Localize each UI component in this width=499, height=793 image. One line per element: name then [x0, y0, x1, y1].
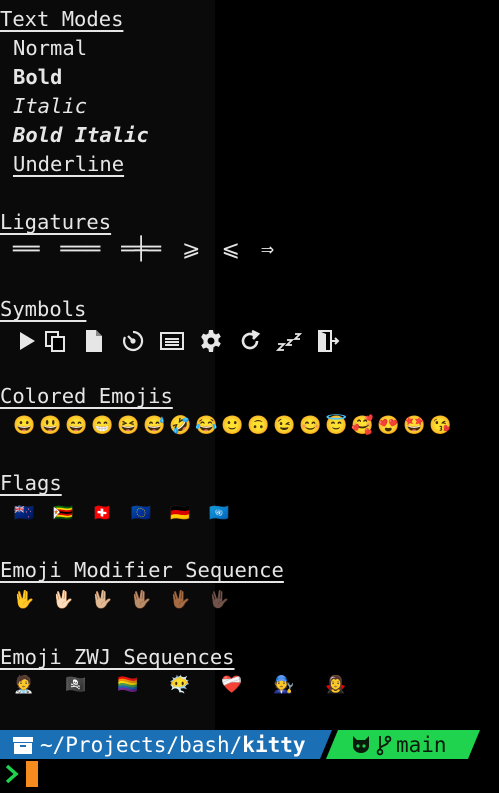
ligature-not-equal: ═╪═ — [121, 237, 161, 262]
ligature-less-equal: ⩽ — [221, 237, 240, 262]
prompt-chevron-icon — [5, 764, 19, 784]
joy-emoji: 😂 — [195, 415, 218, 436]
mechanic-emoji: 🧑‍🔧 — [273, 675, 295, 695]
ligature-row: ══ ═══ ═╪═ ⩾ ⩽ ⇒ — [13, 237, 274, 262]
terminal-window-icon — [159, 328, 185, 354]
timer-icon — [120, 328, 146, 354]
text-italic: Italic — [13, 94, 88, 118]
blush-emoji: 😊 — [299, 415, 322, 436]
mending-heart-emoji: ❤️‍🩹 — [221, 675, 243, 695]
emoji-row: 😀 😃 😄 😁 😆 😅 🤣 😂 🙂 🙃 😉 😊 😇 🥰 😍 🤩 😘 — [13, 415, 451, 436]
grinning-face-emoji: 😀 — [13, 415, 36, 436]
face-in-clouds-emoji: 😶‍🌫️ — [169, 675, 191, 695]
flag-zw-emoji: 🇿🇼 — [53, 503, 73, 522]
refresh-icon — [237, 328, 263, 354]
smiling-hearts-emoji: 🥰 — [351, 415, 374, 436]
flag-eu-emoji: 🇪🇺 — [131, 503, 151, 522]
flag-nz-emoji: 🇳🇿 — [14, 503, 34, 522]
copy-icon — [42, 328, 68, 354]
vulcan-salute-light-emoji: 🖖🏻 — [52, 590, 74, 610]
flag-row: 🇳🇿 🇿🇼 🇨🇭 🇪🇺 🇩🇪 🇺🇳 — [13, 503, 230, 522]
folder-archive-icon — [13, 736, 33, 754]
grin-emoji: 😁 — [91, 415, 114, 436]
play-icon — [14, 328, 40, 354]
git-branch-name: main — [396, 732, 447, 757]
command-input-line[interactable] — [0, 759, 499, 789]
section-title-flags: Flags — [0, 471, 62, 495]
laughing-emoji: 😆 — [117, 415, 140, 436]
github-icon — [350, 735, 372, 755]
text-bold: Bold — [13, 65, 63, 89]
vulcan-salute-medium-light-emoji: 🖖🏼 — [91, 590, 113, 610]
flag-de-emoji: 🇩🇪 — [170, 503, 190, 522]
text-bold-italic: Bold Italic — [13, 123, 149, 147]
wink-emoji: 😉 — [273, 415, 296, 436]
section-title-emoji-modifier: Emoji Modifier Sequence — [0, 558, 284, 582]
ligature-double-equal: ══ — [13, 237, 40, 262]
vulcan-salute-dark-emoji: 🖖🏿 — [208, 590, 230, 610]
document-icon — [81, 328, 107, 354]
vulcan-salute-medium-dark-emoji: 🖖🏾 — [169, 590, 191, 610]
zwj-row: 🧑‍⚕️ 🏴‍☠️ 🏳️‍🌈 😶‍🌫️ ❤️‍🩹 🧑‍🔧 🧛‍♀️ — [13, 675, 347, 695]
vulcan-salute-medium-emoji: 🖖🏽 — [130, 590, 152, 610]
rainbow-flag-emoji: 🏳️‍🌈 — [117, 675, 139, 695]
ligature-triple-equal: ═══ — [60, 237, 101, 262]
health-worker-emoji: 🧑‍⚕️ — [13, 675, 35, 695]
smiley-emoji: 😃 — [39, 415, 62, 436]
star-struck-emoji: 🤩 — [403, 415, 426, 436]
shell-prompt: ~/Projects/bash/kitty main — [0, 730, 499, 759]
vulcan-salute-emoji: 🖖 — [13, 590, 35, 610]
section-title-ligatures: Ligatures — [0, 210, 112, 234]
upside-down-emoji: 🙃 — [247, 415, 270, 436]
text-normal: Normal — [13, 36, 88, 60]
symbol-row — [14, 328, 354, 354]
smile-emoji: 😄 — [65, 415, 88, 436]
prompt-path-prefix: ~/Projects/bash/ — [40, 732, 243, 757]
rofl-emoji: 🤣 — [169, 415, 192, 436]
pirate-flag-emoji: 🏴‍☠️ — [65, 675, 87, 695]
innocent-emoji: 😇 — [325, 415, 348, 436]
text-cursor — [26, 761, 38, 787]
section-title-text-modes: Text Modes — [0, 7, 124, 31]
section-title-symbols: Symbols — [0, 297, 87, 321]
section-title-emoji-zwj: Emoji ZWJ Sequences — [0, 645, 235, 669]
section-title-colored-emojis: Colored Emojis — [0, 384, 173, 408]
flag-un-emoji: 🇺🇳 — [209, 503, 229, 522]
sweat-smile-emoji: 😅 — [143, 415, 166, 436]
text-underline: Underline — [13, 152, 125, 176]
ligature-greater-equal: ⩾ — [182, 237, 201, 262]
slight-smile-emoji: 🙂 — [221, 415, 244, 436]
ligature-arrow: ⇒ — [260, 237, 275, 262]
modifier-row: 🖖 🖖🏻 🖖🏼 🖖🏽 🖖🏾 🖖🏿 — [13, 590, 230, 610]
prompt-git-segment: main — [326, 730, 480, 759]
git-branch-icon — [376, 734, 392, 756]
prompt-path-segment: ~/Projects/bash/kitty — [0, 730, 320, 759]
prompt-path-current: kitty — [242, 732, 306, 757]
sleep-icon — [276, 328, 302, 354]
kissing-heart-emoji: 😘 — [429, 415, 452, 436]
gear-icon — [198, 328, 224, 354]
terminal-window[interactable]: Text Modes Normal Bold Italic Bold Itali… — [0, 0, 499, 793]
woman-vampire-emoji: 🧛‍♀️ — [325, 675, 347, 695]
exit-icon — [315, 328, 341, 354]
flag-ch-emoji: 🇨🇭 — [92, 503, 112, 522]
heart-eyes-emoji: 😍 — [377, 415, 400, 436]
